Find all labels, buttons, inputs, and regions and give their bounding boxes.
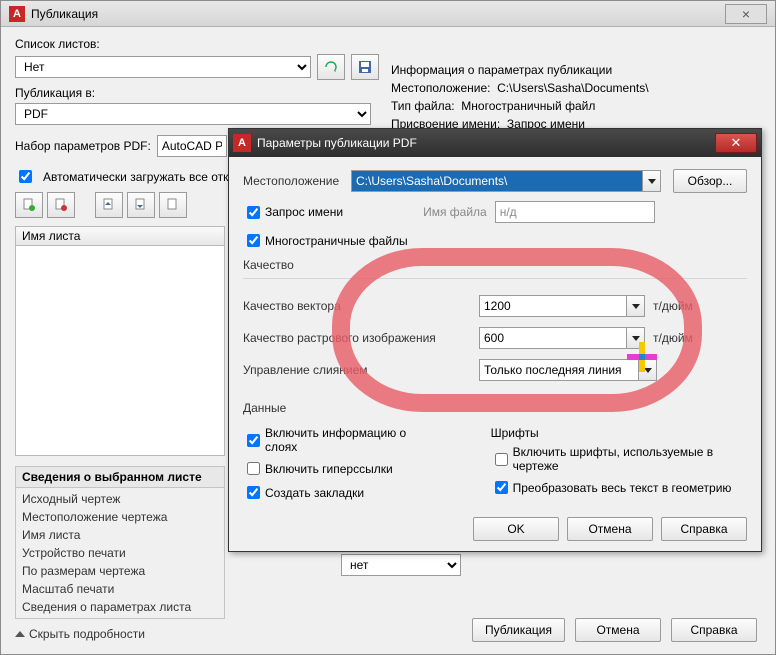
remove-sheet-icon[interactable] bbox=[47, 192, 75, 218]
refresh-icon[interactable] bbox=[317, 54, 345, 80]
dropdown-icon[interactable] bbox=[627, 295, 645, 317]
publish-to-select[interactable]: PDF bbox=[15, 103, 371, 125]
sheet-list-label: Список листов: bbox=[15, 37, 761, 51]
ok-button[interactable]: OK bbox=[473, 517, 559, 541]
multipage-checkbox[interactable] bbox=[247, 234, 260, 247]
detail-row: Местоположение чертежа bbox=[22, 508, 218, 526]
cancel-button[interactable]: Отмена bbox=[567, 517, 653, 541]
app-icon: A bbox=[233, 134, 251, 152]
vector-quality-label: Качество вектора bbox=[243, 299, 479, 313]
fonts-section-label: Шрифты bbox=[491, 426, 539, 440]
include-links-label: Включить гиперссылки bbox=[265, 462, 393, 476]
include-links-checkbox[interactable] bbox=[247, 462, 260, 475]
move-down-icon[interactable] bbox=[127, 192, 155, 218]
raster-quality-select[interactable]: 600 bbox=[479, 327, 627, 349]
sheet-options-icon[interactable] bbox=[159, 192, 187, 218]
chevron-up-icon bbox=[15, 631, 25, 637]
app-icon: A bbox=[9, 6, 25, 22]
filename-input bbox=[495, 201, 655, 223]
unit-label: т/дюйм bbox=[653, 299, 693, 313]
filename-label: Имя файла bbox=[423, 205, 487, 219]
publication-title: Публикация bbox=[31, 7, 98, 21]
sheet-list[interactable] bbox=[15, 246, 225, 456]
add-sheet-icon[interactable] bbox=[15, 192, 43, 218]
location-dropdown-icon[interactable] bbox=[643, 170, 661, 192]
raster-quality-label: Качество растрового изображения bbox=[243, 331, 479, 345]
pdf-preset-label: Набор параметров PDF: bbox=[15, 139, 151, 153]
dropdown-icon[interactable] bbox=[639, 359, 657, 381]
quality-section-label: Качество bbox=[243, 258, 747, 272]
detail-row: По размерам чертежа bbox=[22, 562, 218, 580]
data-section-label: Данные bbox=[243, 401, 747, 415]
detail-row: Сведения о параметрах листа bbox=[22, 598, 218, 616]
sheet-details-body: Исходный чертеж Местоположение чертежа И… bbox=[15, 488, 225, 619]
pdf-options-dialog: A Параметры публикации PDF ✕ Местоположе… bbox=[228, 128, 762, 552]
detail-row: Масштаб печати bbox=[22, 580, 218, 598]
cancel-button[interactable]: Отмена bbox=[575, 618, 661, 642]
include-layers-checkbox[interactable] bbox=[247, 434, 260, 447]
location-label: Местоположение bbox=[243, 174, 351, 188]
unit-label: т/дюйм bbox=[653, 331, 693, 345]
pdf-titlebar[interactable]: A Параметры публикации PDF ✕ bbox=[229, 129, 761, 157]
info-header: Информация о параметрах публикации bbox=[391, 63, 649, 77]
publish-info: Информация о параметрах публикации Место… bbox=[391, 63, 649, 135]
help-button[interactable]: Справка bbox=[661, 517, 747, 541]
merge-control-select[interactable]: Только последняя линия bbox=[479, 359, 639, 381]
text-to-geometry-checkbox[interactable] bbox=[495, 481, 508, 494]
sheet-list-select[interactable]: Нет bbox=[15, 56, 311, 78]
precision-select[interactable]: нет bbox=[341, 554, 461, 576]
multipage-label: Многостраничные файлы bbox=[265, 234, 408, 248]
create-bookmarks-checkbox[interactable] bbox=[247, 486, 260, 499]
merge-control-label: Управление слиянием bbox=[243, 363, 479, 377]
sheet-name-header[interactable]: Имя листа bbox=[15, 226, 225, 246]
include-fonts-label: Включить шрифты, используемые в чертеже bbox=[513, 445, 747, 473]
close-icon[interactable]: × bbox=[725, 4, 767, 24]
move-up-icon[interactable] bbox=[95, 192, 123, 218]
close-icon[interactable]: ✕ bbox=[715, 133, 757, 153]
auto-load-label: Автоматически загружать все отк bbox=[43, 170, 228, 184]
include-layers-label: Включить информацию о слоях bbox=[265, 426, 431, 454]
text-to-geometry-label: Преобразовать весь текст в геометрию bbox=[513, 481, 732, 495]
include-fonts-checkbox[interactable] bbox=[495, 453, 508, 466]
prompt-name-label: Запрос имени bbox=[265, 205, 343, 219]
sheet-details-header[interactable]: Сведения о выбранном листе bbox=[15, 466, 225, 488]
publish-button[interactable]: Публикация bbox=[472, 618, 565, 642]
publication-titlebar[interactable]: A Публикация × bbox=[1, 1, 775, 27]
create-bookmarks-label: Создать закладки bbox=[265, 486, 364, 500]
dropdown-icon[interactable] bbox=[627, 327, 645, 349]
help-button[interactable]: Справка bbox=[671, 618, 757, 642]
save-icon[interactable] bbox=[351, 54, 379, 80]
auto-load-checkbox[interactable] bbox=[19, 170, 32, 183]
browse-button[interactable]: Обзор... bbox=[673, 169, 747, 193]
location-input[interactable] bbox=[351, 170, 643, 192]
publish-to-label: Публикация в: bbox=[15, 86, 761, 100]
prompt-name-checkbox[interactable] bbox=[247, 206, 260, 219]
pdf-title: Параметры публикации PDF bbox=[257, 136, 417, 150]
detail-row: Исходный чертеж bbox=[22, 490, 218, 508]
pdf-preset-input[interactable] bbox=[157, 135, 227, 157]
detail-row: Устройство печати bbox=[22, 544, 218, 562]
detail-row: Имя листа bbox=[22, 526, 218, 544]
vector-quality-select[interactable]: 1200 bbox=[479, 295, 627, 317]
